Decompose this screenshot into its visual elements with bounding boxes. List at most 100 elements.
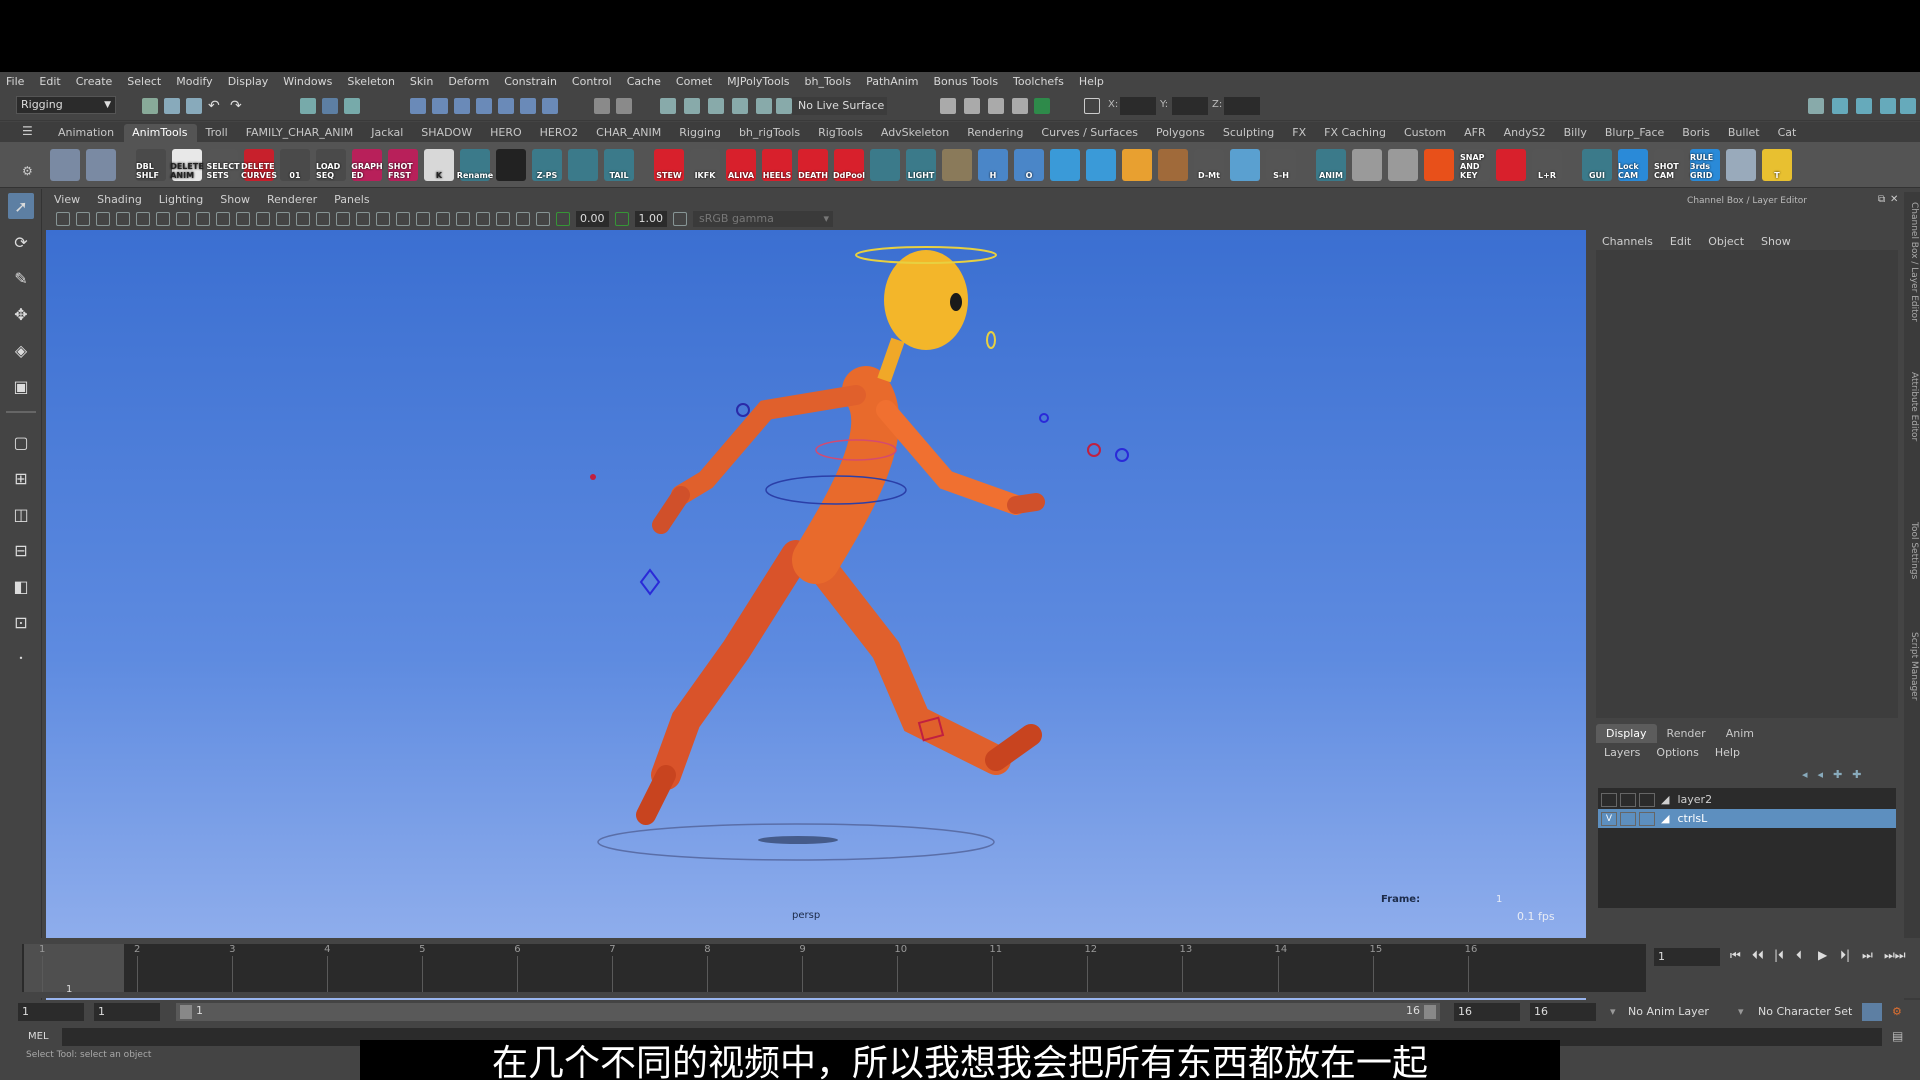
grid-icon[interactable]	[156, 212, 170, 226]
shelf-button[interactable]: O	[1014, 149, 1044, 181]
more-layouts-icon[interactable]: •	[8, 645, 34, 671]
shelf-button[interactable]	[1230, 149, 1260, 181]
menu-windows[interactable]: Windows	[283, 75, 332, 88]
shelf-button[interactable]: 01	[280, 149, 310, 181]
ipr-render-icon[interactable]	[988, 98, 1004, 114]
shelf-button[interactable]: D-Mt	[1194, 149, 1224, 181]
new-layer-icon[interactable]: ✚	[1833, 768, 1842, 781]
go-to-start-icon[interactable]: ⏮	[1730, 948, 1741, 963]
open-scene-icon[interactable]	[164, 98, 180, 114]
layer-template-toggle[interactable]	[1639, 792, 1655, 807]
layer-tab-display[interactable]: Display	[1596, 724, 1657, 743]
hypershade-icon[interactable]	[1034, 98, 1050, 114]
render-view-icon[interactable]	[940, 98, 956, 114]
menu-constrain[interactable]: Constrain	[504, 75, 557, 88]
snap-view-icon[interactable]	[476, 98, 492, 114]
script-language-label[interactable]: MEL	[28, 1031, 49, 1042]
shelf-tab-rigtools[interactable]: RigTools	[810, 124, 873, 142]
shelf-tab-bullet[interactable]: Bullet	[1720, 124, 1770, 142]
shelf-tab-andys2[interactable]: AndyS2	[1496, 124, 1556, 142]
shelf-tab-jackal[interactable]: Jackal	[363, 124, 413, 142]
shelf-button[interactable]: DEATH	[798, 149, 828, 181]
channel-box-menu-object[interactable]: Object	[1708, 235, 1744, 248]
layer-menu-options[interactable]: Options	[1656, 746, 1698, 759]
shelf-tab-sculpting[interactable]: Sculpting	[1215, 124, 1284, 142]
step-back-frame-icon[interactable]: |⏴	[1774, 948, 1784, 963]
shelf-button[interactable]: LOAD SEQ	[316, 149, 346, 181]
select-object-icon[interactable]	[322, 98, 338, 114]
layer-visibility-toggle[interactable]: V	[1601, 811, 1617, 826]
menu-pathanim[interactable]: PathAnim	[866, 75, 918, 88]
shelf-tab-advskeleton[interactable]: AdvSkeleton	[873, 124, 959, 142]
make-live-icon[interactable]	[732, 98, 748, 114]
gamma-icon[interactable]	[614, 212, 629, 226]
exposure-field[interactable]: 0.00	[576, 211, 609, 227]
shelf-button[interactable]: SHOT CAM	[1654, 149, 1684, 181]
shelf-options-icon[interactable]: ⚙	[22, 164, 33, 178]
gamma-field[interactable]: 1.00	[634, 211, 667, 227]
float-icon[interactable]: ⧉	[1878, 194, 1885, 205]
output-ops-icon[interactable]	[708, 98, 724, 114]
snap-surface-icon[interactable]	[498, 98, 514, 114]
textured-icon[interactable]	[356, 212, 370, 226]
shelf-button[interactable]: LIGHT	[906, 149, 936, 181]
snap-point-icon[interactable]	[454, 98, 470, 114]
wireframe-icon[interactable]	[296, 212, 310, 226]
grease-pencil-icon[interactable]	[136, 212, 150, 226]
shelf-tab-blurp-face[interactable]: Blurp_Face	[1597, 124, 1674, 142]
shelf-button[interactable]	[1424, 149, 1454, 181]
shelf-tab-polygons[interactable]: Polygons	[1148, 124, 1215, 142]
paint-select-tool-icon[interactable]: ✎	[8, 265, 34, 291]
animation-end-field[interactable]: 16	[1530, 1003, 1596, 1021]
shelf-tab-animation[interactable]: Animation	[50, 124, 124, 142]
rotate-tool-icon[interactable]: ◈	[8, 337, 34, 363]
redo-icon[interactable]: ↷	[230, 98, 246, 114]
menu-bh-tools[interactable]: bh_Tools	[805, 75, 852, 88]
shelf-button[interactable]: DdPool	[833, 149, 865, 181]
shelf-button[interactable]: SHOT FRST	[388, 149, 418, 181]
layer-template-toggle[interactable]	[1639, 811, 1655, 826]
step-forward-frame-icon[interactable]: ⏵|	[1840, 948, 1850, 963]
color-management-icon[interactable]	[673, 212, 687, 226]
layer-color-icon[interactable]: ◢	[1661, 793, 1669, 806]
menu-modify[interactable]: Modify	[176, 75, 212, 88]
shelf-tab-custom[interactable]: Custom	[1396, 124, 1456, 142]
shelf-button[interactable]	[1050, 149, 1080, 181]
menu-deform[interactable]: Deform	[448, 75, 489, 88]
shelf-tab-troll[interactable]: Troll	[197, 124, 237, 142]
lights-icon[interactable]	[376, 212, 390, 226]
graph-layout-icon[interactable]: ⊟	[8, 537, 34, 563]
3d-viewport[interactable]: Frame: 1 0.1 fps persp	[46, 230, 1586, 1010]
shelf-tab-hero2[interactable]: HERO2	[532, 124, 589, 142]
step-forward-key-icon[interactable]: ⏭	[1862, 948, 1873, 963]
shelf-button[interactable]: Lock CAM	[1618, 149, 1648, 181]
smooth-shade-icon[interactable]	[316, 212, 330, 226]
shelf-menu-icon[interactable]: ☰	[22, 124, 33, 138]
symmetry-icon[interactable]	[776, 98, 792, 114]
menu-control[interactable]: Control	[572, 75, 612, 88]
time-slider[interactable]: 1 1 2 3 4 5 6 7 8 9 10 11 12 13 14 15 16 1 ⏮ ⏴⏴ |⏴ ⏴ ▶ ⏵| ⏭ ⏭⏭	[0, 938, 1920, 998]
shelf-tab-bh-rigtools[interactable]: bh_rigTools	[731, 124, 810, 142]
2d-pan-icon[interactable]	[116, 212, 130, 226]
channel-box-menu-edit[interactable]: Edit	[1670, 235, 1691, 248]
menu-cache[interactable]: Cache	[627, 75, 661, 88]
layer-tab-anim[interactable]: Anim	[1716, 724, 1764, 743]
camera-attributes-icon[interactable]	[56, 212, 70, 226]
shadows-icon[interactable]	[396, 212, 410, 226]
shelf-tab-cat[interactable]: Cat	[1770, 124, 1807, 142]
shelf-button[interactable]	[568, 149, 598, 181]
live-surface-field[interactable]: No Live Surface	[792, 97, 887, 115]
channel-list[interactable]	[1596, 250, 1898, 718]
shelf-tab-rendering[interactable]: Rendering	[959, 124, 1033, 142]
layer-row[interactable]: ◢ layer2	[1598, 790, 1896, 809]
shelf-button[interactable]: DELETE CURVES	[241, 149, 277, 181]
snap-vertex-icon[interactable]	[520, 98, 536, 114]
shelf-tab-shadow[interactable]: SHADOW	[413, 124, 482, 142]
shelf-tab-animtools[interactable]: AnimTools	[124, 124, 198, 142]
persp-graph-layout-icon[interactable]: ⊡	[8, 609, 34, 635]
shelf-tab-afr[interactable]: AFR	[1456, 124, 1496, 142]
input-ops-icon[interactable]	[684, 98, 700, 114]
shelf-button[interactable]: K	[424, 149, 454, 181]
film-gate-icon[interactable]	[176, 212, 190, 226]
playback-end-field[interactable]: 16	[1454, 1003, 1520, 1021]
